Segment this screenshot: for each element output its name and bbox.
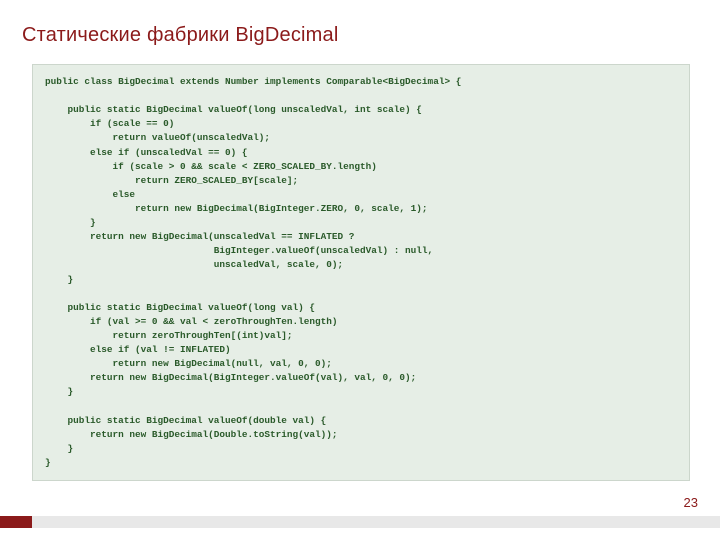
- slide-title: Статические фабрики BigDecimal: [22, 24, 339, 47]
- footer-track: [32, 516, 720, 528]
- page-number: 23: [684, 495, 698, 510]
- footer-bar: [0, 516, 720, 528]
- code-block: public class BigDecimal extends Number i…: [32, 64, 690, 481]
- footer-accent: [0, 516, 32, 528]
